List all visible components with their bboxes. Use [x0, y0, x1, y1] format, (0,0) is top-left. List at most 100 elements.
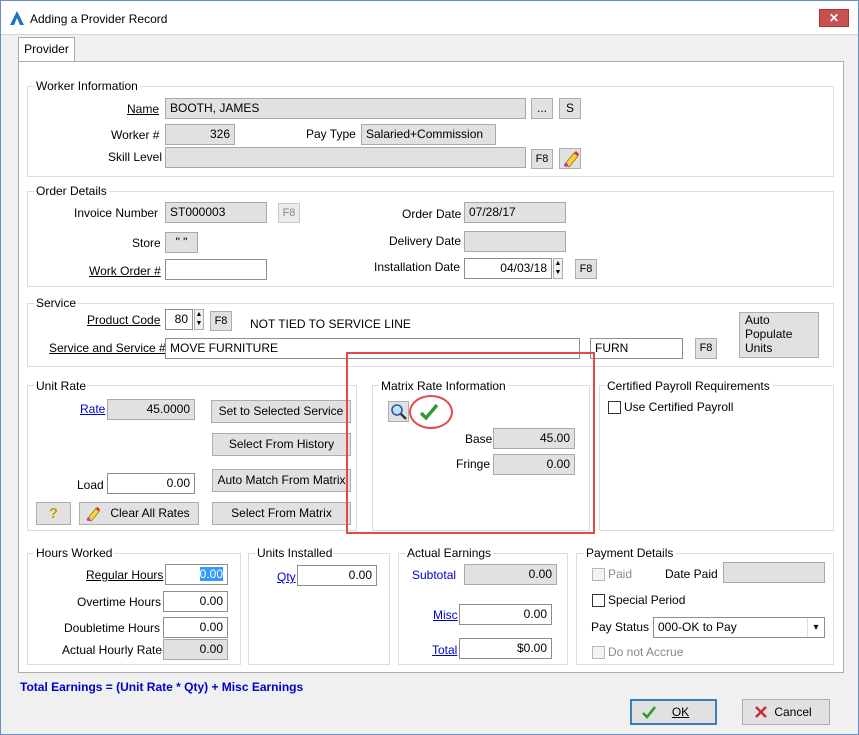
- title-bar: Adding a Provider Record ✕: [1, 1, 858, 35]
- product-code-field[interactable]: 80: [165, 309, 193, 330]
- paid-checkbox[interactable]: [592, 568, 605, 581]
- work-order-field[interactable]: [165, 259, 267, 280]
- use-certified-payroll-checkbox[interactable]: [608, 401, 621, 414]
- load-field[interactable]: 0.00: [107, 473, 195, 494]
- cancel-label: Cancel: [774, 705, 812, 719]
- subtotal-label[interactable]: Subtotal: [412, 568, 456, 582]
- actual-hourly-rate-field[interactable]: 0.00: [163, 639, 228, 660]
- name-label: Name: [127, 102, 160, 116]
- installation-date-label: Installation Date: [374, 260, 461, 274]
- eraser-pencil-icon: [86, 506, 101, 522]
- use-certified-payroll-label: Use Certified Payroll: [624, 400, 734, 414]
- auto-match-from-matrix-button[interactable]: Auto Match From Matrix: [212, 469, 351, 492]
- regular-hours-value: 0.00: [199, 567, 223, 581]
- work-order-label: Work Order #: [89, 264, 161, 278]
- pay-type-label: Pay Type: [306, 127, 356, 141]
- misc-field[interactable]: 0.00: [459, 604, 552, 625]
- load-label: Load: [77, 478, 104, 492]
- delivery-date-label: Delivery Date: [389, 234, 462, 248]
- auto-populate-line-1: Auto: [745, 313, 770, 327]
- app-logo-icon: [10, 11, 24, 25]
- product-code-spinner[interactable]: ▲ ▼: [194, 309, 204, 330]
- paid-label: Paid: [608, 567, 633, 581]
- special-period-checkbox[interactable]: [592, 594, 605, 607]
- installation-date-field[interactable]: 04/03/18: [464, 258, 552, 279]
- window-title: Adding a Provider Record: [30, 12, 168, 26]
- actual-hourly-rate-label: Actual Hourly Rate: [62, 643, 163, 657]
- clear-all-rates-button[interactable]: Clear All Rates: [79, 502, 199, 525]
- worker-number-label: Worker #: [111, 128, 160, 142]
- provider-dialog: Adding a Provider Record ✕ Provider Work…: [0, 0, 859, 735]
- tab-provider[interactable]: Provider: [18, 37, 75, 62]
- browse-worker-button[interactable]: ...: [531, 98, 553, 119]
- service-code-field[interactable]: FURN: [590, 338, 683, 359]
- worker-information-title: Worker Information: [34, 79, 140, 93]
- invoice-f8-button[interactable]: F8: [278, 203, 300, 223]
- pay-status-value: 000-OK to Pay: [658, 620, 737, 634]
- qty-label[interactable]: Qty: [277, 570, 296, 584]
- do-not-accrue-checkbox[interactable]: [592, 646, 605, 659]
- order-date-label: Order Date: [402, 207, 462, 221]
- certified-payroll-title: Certified Payroll Requirements: [605, 379, 772, 393]
- store-field[interactable]: " ": [165, 232, 198, 253]
- cancel-x-icon: [755, 706, 767, 718]
- total-earnings-formula: Total Earnings = (Unit Rate * Qty) + Mis…: [20, 680, 304, 694]
- ok-label: OK: [671, 705, 690, 719]
- unit-rate-title: Unit Rate: [34, 379, 89, 393]
- date-paid-field[interactable]: [723, 562, 825, 583]
- rate-field[interactable]: 45.0000: [107, 399, 195, 420]
- pay-status-label: Pay Status: [591, 620, 650, 634]
- annotation-highlight-circle: [409, 395, 453, 429]
- cancel-button[interactable]: Cancel: [742, 699, 830, 725]
- subtotal-field[interactable]: 0.00: [464, 564, 557, 585]
- skill-level-f8-button[interactable]: F8: [531, 149, 553, 169]
- order-details-title: Order Details: [34, 184, 109, 198]
- hours-worked-title: Hours Worked: [34, 546, 115, 560]
- ok-button[interactable]: OK: [630, 699, 717, 725]
- skill-level-field[interactable]: [165, 147, 526, 168]
- select-from-matrix-button[interactable]: Select From Matrix: [212, 502, 351, 525]
- doubletime-hours-field[interactable]: 0.00: [163, 617, 228, 638]
- worker-number-field[interactable]: 326: [165, 124, 235, 145]
- service-title: Service: [34, 296, 79, 310]
- installation-date-f8-button[interactable]: F8: [575, 259, 597, 279]
- select-from-history-button[interactable]: Select From History: [212, 433, 351, 456]
- check-icon: [642, 706, 656, 719]
- not-tied-text: NOT TIED TO SERVICE LINE: [250, 317, 411, 331]
- payment-details-title: Payment Details: [584, 546, 676, 560]
- store-label: Store: [132, 236, 161, 250]
- skill-level-clear-button[interactable]: [559, 148, 581, 169]
- installation-date-spinner[interactable]: ▲ ▼: [553, 258, 563, 279]
- product-code-f8-button[interactable]: F8: [210, 311, 232, 331]
- chevron-down-icon: ▾: [807, 618, 824, 637]
- misc-label[interactable]: Misc: [433, 608, 458, 622]
- special-period-label: Special Period: [608, 593, 686, 607]
- order-date-field[interactable]: 07/28/17: [464, 202, 566, 223]
- product-code-label: Product Code: [87, 313, 161, 327]
- total-field[interactable]: $0.00: [459, 638, 552, 659]
- s-button[interactable]: S: [559, 98, 581, 119]
- overtime-hours-field[interactable]: 0.00: [163, 591, 228, 612]
- actual-earnings-title: Actual Earnings: [405, 546, 494, 560]
- regular-hours-field[interactable]: 0.00: [165, 564, 228, 585]
- pay-type-field[interactable]: Salaried+Commission: [361, 124, 496, 145]
- name-field[interactable]: BOOTH, JAMES: [165, 98, 526, 119]
- delivery-date-field[interactable]: [464, 231, 566, 252]
- help-icon: ?: [48, 505, 59, 522]
- auto-populate-line-3: Units: [745, 341, 773, 355]
- set-to-selected-service-button[interactable]: Set to Selected Service: [211, 400, 351, 423]
- rate-label[interactable]: Rate: [80, 402, 105, 416]
- service-label: Service and Service #: [49, 341, 166, 355]
- invoice-number-field[interactable]: ST000003: [165, 202, 267, 223]
- service-f8-button[interactable]: F8: [695, 338, 717, 359]
- invoice-number-label: Invoice Number: [74, 206, 159, 220]
- pay-status-select[interactable]: 000-OK to Pay ▾: [653, 617, 825, 638]
- auto-populate-line-2: Populate: [745, 327, 793, 341]
- close-button[interactable]: ✕: [819, 9, 849, 27]
- auto-populate-units-button[interactable]: Auto Populate Units: [739, 312, 819, 358]
- skill-level-label: Skill Level: [108, 150, 163, 164]
- qty-field[interactable]: 0.00: [297, 565, 377, 586]
- total-label[interactable]: Total: [432, 643, 457, 657]
- help-button[interactable]: ?: [36, 502, 71, 525]
- eraser-pencil-icon: [564, 151, 579, 168]
